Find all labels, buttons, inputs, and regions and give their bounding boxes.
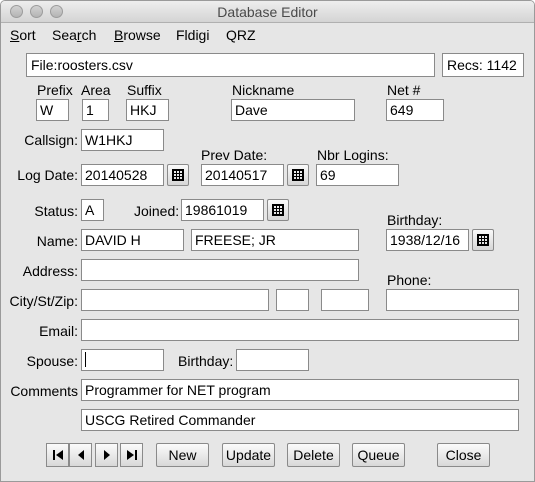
comment-line-1-field[interactable]: Programmer for NET program xyxy=(81,379,519,401)
title-bar: Database Editor xyxy=(1,1,534,23)
menu-search[interactable]: Search xyxy=(52,27,96,43)
state-field[interactable] xyxy=(276,289,309,311)
area-field[interactable]: 1 xyxy=(82,99,109,121)
menu-qrz[interactable]: QRZ xyxy=(226,27,256,43)
comment-line-2-field[interactable]: USCG Retired Commander xyxy=(81,409,519,431)
menu-sort-rest: ort xyxy=(19,27,36,43)
database-editor-window: Database Editor Sort Search Browse Fldig… xyxy=(0,0,535,482)
address-field[interactable] xyxy=(81,259,359,281)
net-number-field[interactable]: 649 xyxy=(386,99,444,121)
update-button[interactable]: Update xyxy=(222,443,275,467)
email-field[interactable] xyxy=(81,319,519,341)
last-record-button[interactable] xyxy=(120,443,143,467)
calendar-icon[interactable] xyxy=(167,164,189,186)
comments-label: Comments xyxy=(10,383,78,399)
queue-button[interactable]: Queue xyxy=(352,443,405,467)
birthday-field[interactable]: 1938/12/16 xyxy=(386,229,469,251)
next-record-icon xyxy=(103,450,110,460)
prev-date-label: Prev Date: xyxy=(201,147,268,163)
menu-bar: Sort Search Browse Fldigi QRZ xyxy=(1,24,534,46)
prefix-field[interactable]: W xyxy=(36,99,69,121)
name-label: Name: xyxy=(36,233,78,249)
previous-record-icon xyxy=(77,450,84,460)
window-title: Database Editor xyxy=(217,4,318,20)
menu-browse-rest: rowse xyxy=(123,27,161,43)
address-label: Address: xyxy=(22,263,78,279)
first-record-button[interactable] xyxy=(46,443,69,467)
log-date-label: Log Date: xyxy=(17,167,78,183)
calendar-icon[interactable] xyxy=(287,164,309,186)
area-label: Area xyxy=(81,82,111,98)
callsign-label: Callsign: xyxy=(24,132,78,148)
city-st-zip-label: City/St/Zip: xyxy=(9,293,78,309)
birthday-label: Birthday: xyxy=(387,212,443,228)
new-button[interactable]: New xyxy=(156,443,209,467)
spouse-birthday-label: Birthday: xyxy=(178,353,234,369)
spouse-field[interactable] xyxy=(81,349,164,371)
calendar-icon[interactable] xyxy=(472,229,494,251)
status-field[interactable]: A xyxy=(81,199,104,221)
nbr-logins-label: Nbr Logins: xyxy=(317,147,389,163)
log-date-field[interactable]: 20140528 xyxy=(81,164,164,186)
menu-sort-accel: S xyxy=(10,27,20,43)
prefix-label: Prefix xyxy=(37,82,73,98)
previous-record-button[interactable] xyxy=(69,443,92,467)
nickname-field[interactable]: Dave xyxy=(231,99,355,121)
status-label: Status: xyxy=(34,203,78,219)
menu-fldigi[interactable]: Fldigi xyxy=(176,27,209,43)
zip-field[interactable] xyxy=(321,289,369,311)
menu-browse[interactable]: Browse xyxy=(114,27,161,43)
calendar-icon[interactable] xyxy=(267,199,289,221)
suffix-field[interactable]: HKJ xyxy=(126,99,169,121)
record-count: Recs: 1142 xyxy=(442,53,524,77)
next-record-button[interactable] xyxy=(95,443,118,467)
file-status: File:roosters.csv xyxy=(26,53,435,77)
spouse-label: Spouse: xyxy=(26,353,78,369)
close-button[interactable]: Close xyxy=(437,443,490,467)
net-number-label: Net # xyxy=(387,82,421,98)
menu-search-rest: ch xyxy=(81,27,97,43)
menu-search-pre: Sea xyxy=(52,27,77,43)
last-name-field[interactable]: FREESE; JR xyxy=(191,229,359,251)
phone-field[interactable] xyxy=(386,289,519,311)
prev-date-field[interactable]: 20140517 xyxy=(201,164,284,186)
spouse-birthday-field[interactable] xyxy=(236,349,309,371)
suffix-label: Suffix xyxy=(127,82,162,98)
callsign-field[interactable]: W1HKJ xyxy=(81,129,164,151)
menu-sort[interactable]: Sort xyxy=(10,27,36,43)
menu-browse-accel: B xyxy=(114,27,124,43)
nbr-logins-field[interactable]: 69 xyxy=(316,164,399,186)
email-label: Email: xyxy=(39,323,78,339)
city-field[interactable] xyxy=(81,289,269,311)
last-record-icon xyxy=(126,450,137,460)
first-name-field[interactable]: DAVID H xyxy=(81,229,184,251)
joined-label: Joined: xyxy=(134,203,180,219)
joined-field[interactable]: 19861019 xyxy=(181,199,264,221)
first-record-icon xyxy=(52,450,63,460)
delete-button[interactable]: Delete xyxy=(287,443,340,467)
phone-label: Phone: xyxy=(387,272,432,288)
nickname-label: Nickname xyxy=(232,82,295,98)
